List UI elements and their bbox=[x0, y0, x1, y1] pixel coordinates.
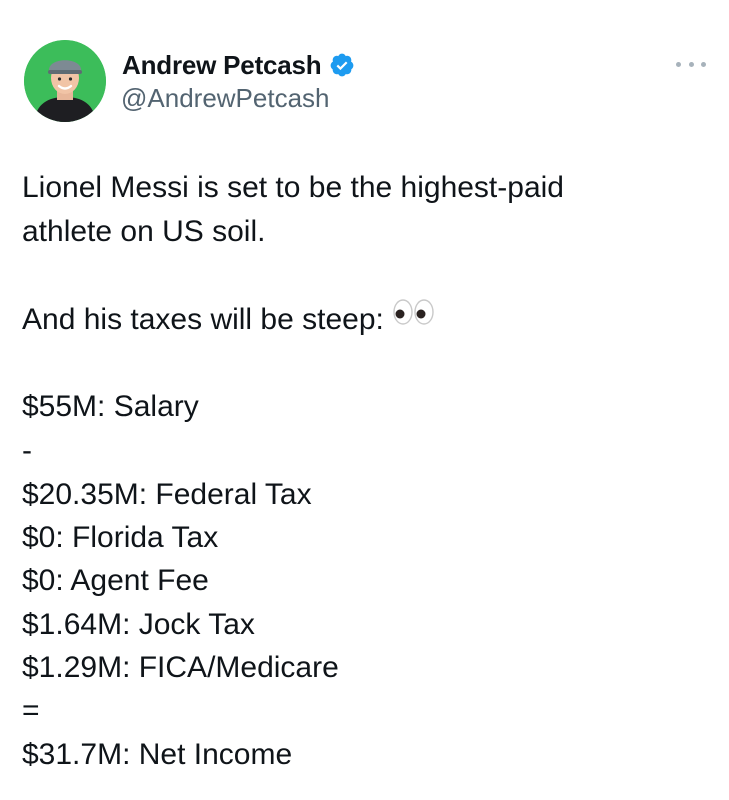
avatar-photo-icon bbox=[24, 40, 106, 122]
eyes-emoji-icon bbox=[392, 297, 436, 339]
breakdown-line: $0: Florida Tax bbox=[22, 521, 219, 554]
more-horizontal-icon-dot bbox=[688, 61, 694, 67]
author-handle[interactable]: @AndrewPetcash bbox=[121, 83, 330, 114]
verified-badge-icon bbox=[329, 52, 355, 78]
avatar[interactable] bbox=[24, 40, 106, 122]
author-name-row: Andrew Petcash bbox=[122, 49, 355, 81]
author-display-name[interactable]: Andrew Petcash bbox=[122, 50, 322, 81]
breakdown-line: = bbox=[22, 694, 40, 727]
tweet-card: Andrew Petcash @AndrewPetcash Lionel Mes… bbox=[0, 0, 729, 800]
more-options-button[interactable] bbox=[676, 56, 706, 72]
more-horizontal-icon bbox=[676, 61, 681, 67]
breakdown-line: $20.35M: Federal Tax bbox=[22, 478, 312, 511]
breakdown-line: $31.7M: Net Income bbox=[22, 738, 293, 771]
breakdown-line: - bbox=[22, 434, 32, 467]
more-horizontal-icon-dot bbox=[701, 61, 706, 67]
tweet-text-line: Lionel Messi is set to be the highest-pa… bbox=[22, 171, 564, 204]
breakdown-line: $1.29M: FICA/Medicare bbox=[22, 651, 339, 684]
tweet-text-line: athlete on US soil. bbox=[22, 215, 266, 248]
tweet-text-line-with-emoji: And his taxes will be steep: bbox=[22, 299, 712, 341]
tweet-text-line: And his taxes will be steep: bbox=[22, 303, 384, 336]
breakdown-line: $1.64M: Jock Tax bbox=[22, 608, 255, 641]
breakdown-line: $55M: Salary bbox=[22, 390, 199, 423]
breakdown-line: $0: Agent Fee bbox=[22, 564, 209, 597]
